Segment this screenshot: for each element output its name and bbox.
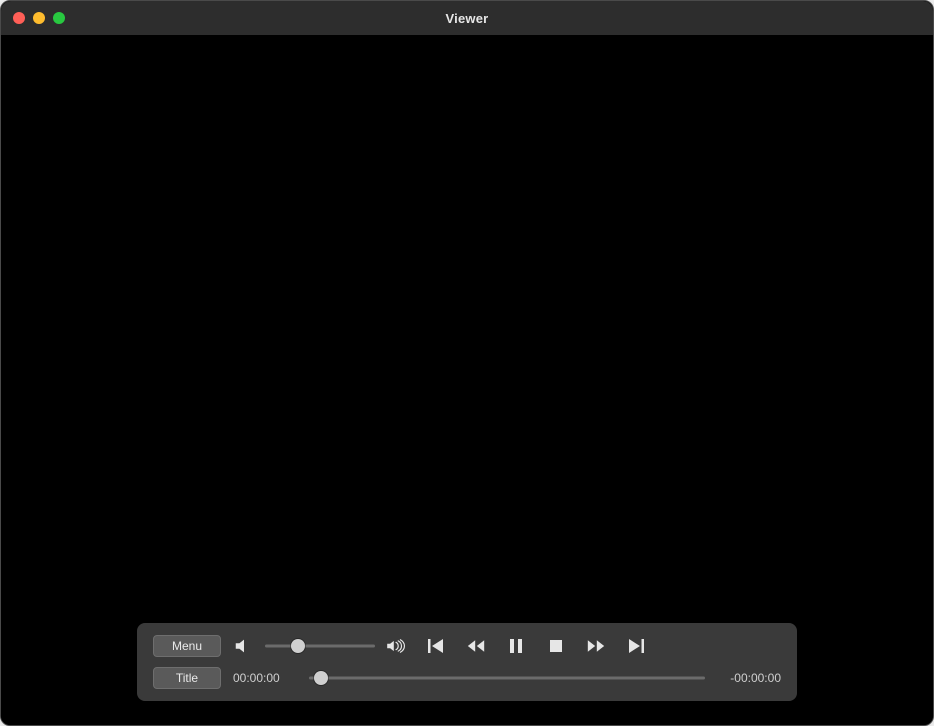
menu-button[interactable]: Menu [153, 635, 221, 657]
fast-forward-button[interactable] [587, 637, 605, 655]
maximize-window-button[interactable] [53, 12, 65, 24]
transport-controls [427, 637, 645, 655]
previous-track-button[interactable] [427, 637, 445, 655]
seek-slider[interactable] [309, 670, 705, 686]
remaining-time-text: -00:00:00 [717, 671, 781, 685]
window-title: Viewer [1, 11, 933, 26]
title-button[interactable]: Title [153, 667, 221, 689]
volume-slider[interactable] [265, 638, 375, 654]
volume-group [233, 637, 407, 655]
volume-low-icon[interactable] [233, 637, 255, 655]
elapsed-time-text: 00:00:00 [233, 671, 297, 685]
rewind-button[interactable] [467, 637, 485, 655]
viewer-window: Viewer Menu [0, 0, 934, 726]
stop-button[interactable] [547, 637, 565, 655]
controls-row-bottom: Title 00:00:00 -00:00:00 [153, 667, 781, 689]
traffic-lights [13, 12, 65, 24]
volume-high-icon[interactable] [385, 637, 407, 655]
pause-button[interactable] [507, 637, 525, 655]
next-track-button[interactable] [627, 637, 645, 655]
playback-controls-panel: Menu [137, 623, 797, 701]
close-window-button[interactable] [13, 12, 25, 24]
titlebar: Viewer [1, 1, 933, 36]
controls-row-top: Menu [153, 635, 781, 657]
minimize-window-button[interactable] [33, 12, 45, 24]
video-viewport: Menu [1, 35, 933, 725]
